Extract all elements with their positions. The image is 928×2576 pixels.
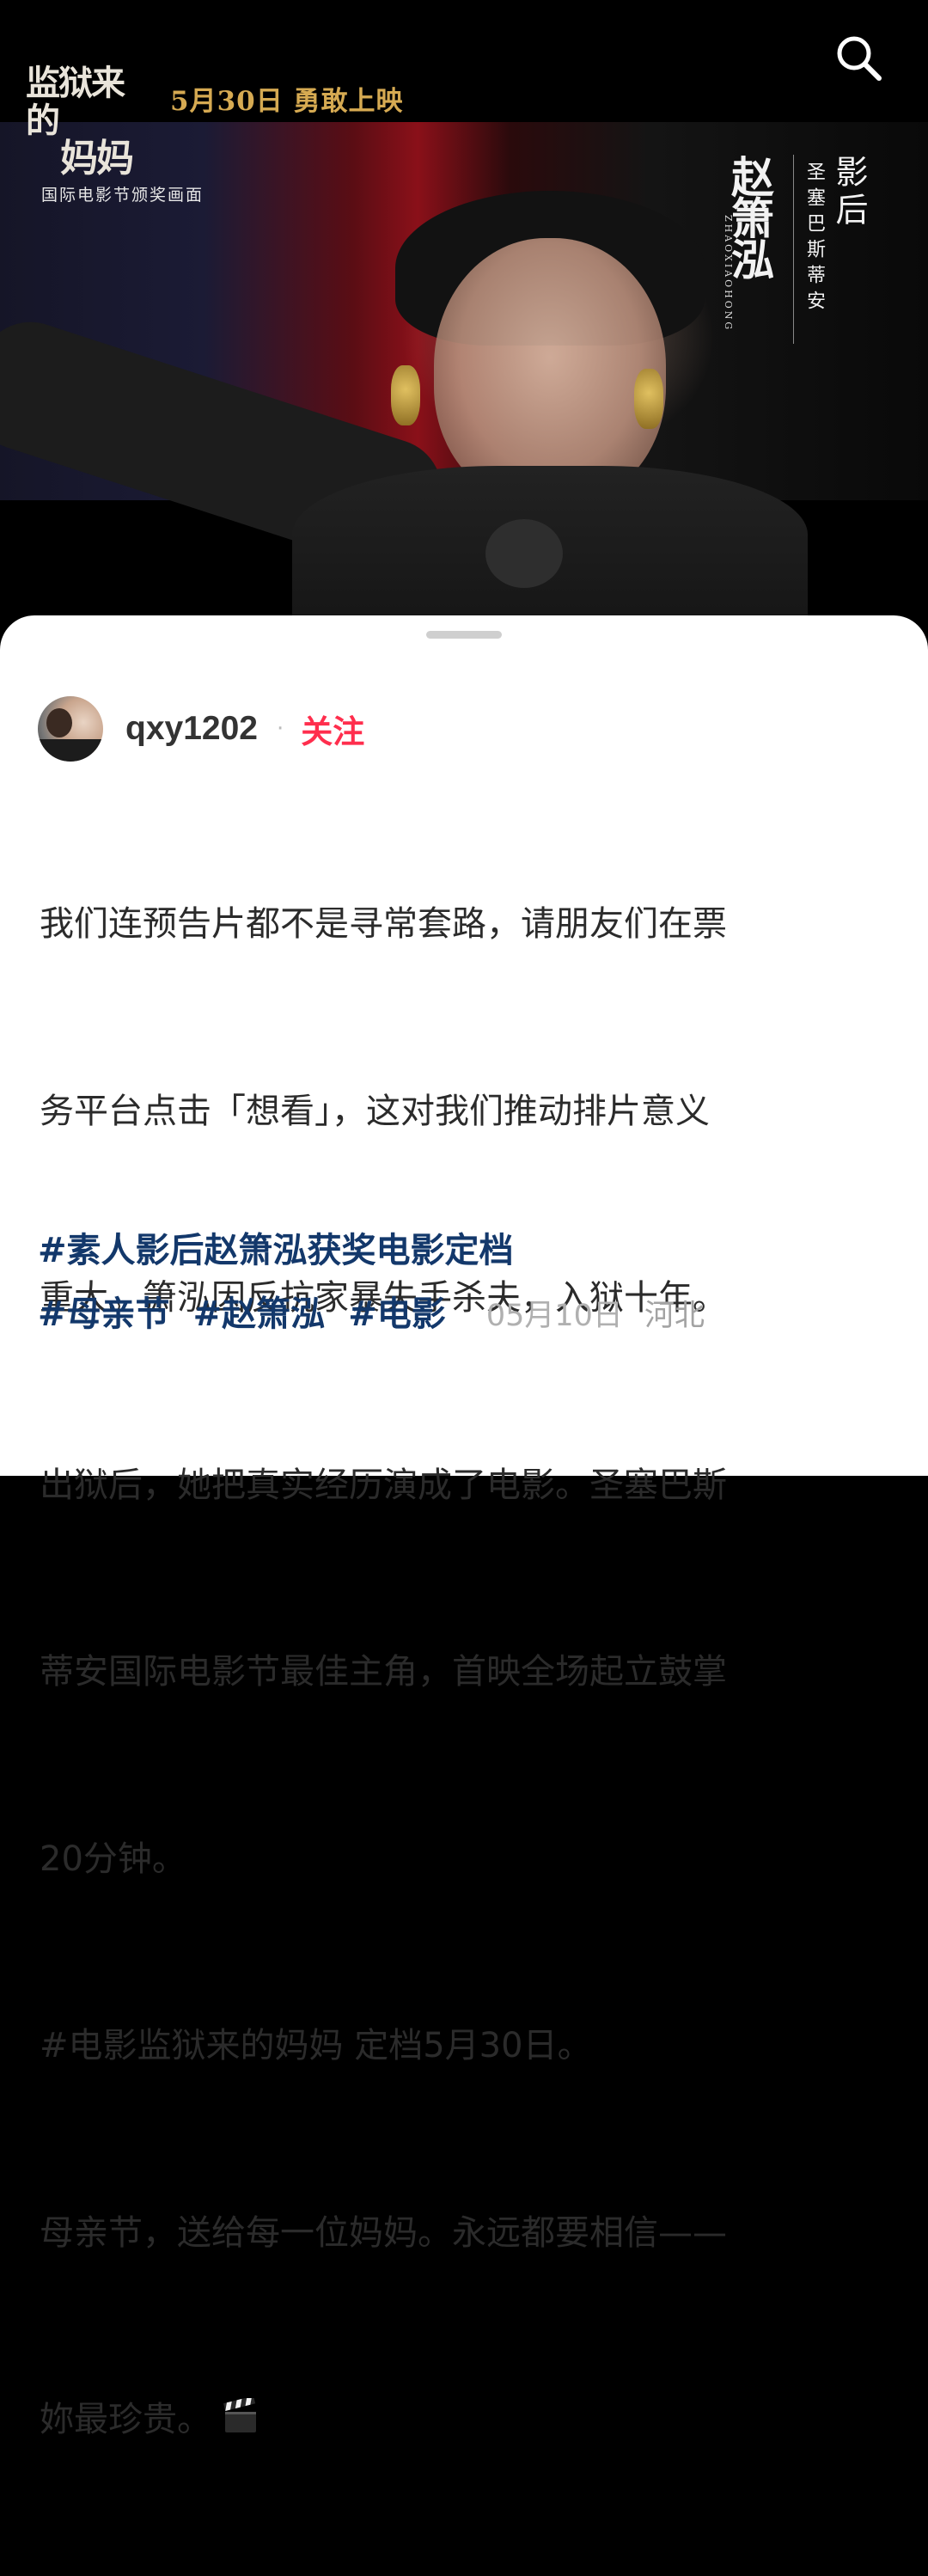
release-date-text: 5月30日 勇敢上映 xyxy=(170,86,404,117)
follow-button[interactable]: 关注 xyxy=(301,706,364,752)
post-location: 河北 xyxy=(644,1299,705,1333)
credit-festival: 圣塞巴斯蒂安 xyxy=(803,162,825,316)
hashtag[interactable]: #素人影后赵箫泓获奖电影定档 xyxy=(38,1231,514,1270)
earring-right xyxy=(634,369,663,429)
post-body: 我们连预告片都不是寻常套路，请朋友们在票 务平台点击「想看」，这对我们推动排片意… xyxy=(40,768,864,2576)
post-line-text: 妳最珍贵。 xyxy=(40,2400,211,2439)
username[interactable]: qxy1202 xyxy=(125,710,258,748)
post-sheet: qxy1202 · 关注 我们连预告片都不是寻常套路，请朋友们在票 务平台点击「… xyxy=(0,615,928,2439)
earring-left xyxy=(391,365,420,425)
sheet-drag-handle[interactable] xyxy=(426,631,502,639)
post-line-last: 妳最珍贵。 xyxy=(40,2389,864,2451)
hashtag[interactable]: #母亲节 xyxy=(38,1294,170,1334)
movie-logo-line2: 妈妈 xyxy=(60,137,134,181)
hashtag[interactable]: #电影 xyxy=(348,1294,446,1334)
post-line: #电影监狱来的妈妈 定档5月30日。 xyxy=(40,2026,592,2065)
credit-pinyin: ZHAOXIAOHONG xyxy=(723,215,734,333)
post-line: 蒂安国际电影节最佳主角，首映全场起立鼓掌 xyxy=(40,1652,727,1692)
movie-logo: 监狱来的 妈妈 xyxy=(26,63,155,178)
tag-row-2: #母亲节 #赵箫泓 #电影 05月10日 河北 xyxy=(38,1286,880,1349)
post-line: 母亲节，送给每一位妈妈。永远都要相信—— xyxy=(40,2212,727,2253)
search-button[interactable] xyxy=(832,31,885,84)
microphone xyxy=(485,519,563,588)
award-credit: 赵箫泓 ZHAOXIAOHONG 圣塞巴斯蒂安 影后 xyxy=(723,155,868,361)
credit-award: 影后 xyxy=(830,155,868,230)
post-date: 05月10日 xyxy=(485,1299,623,1333)
post-line: 20分钟。 xyxy=(40,1839,186,1879)
video-player[interactable]: 监狱来的 妈妈 5月30日 勇敢上映 国际电影节颁奖画面 赵箫泓 ZHAOXIA… xyxy=(0,0,928,636)
hashtag[interactable]: #赵箫泓 xyxy=(193,1294,326,1334)
author-row: qxy1202 · 关注 xyxy=(38,694,811,763)
credit-divider xyxy=(793,155,794,344)
tag-row-1: #素人影后赵箫泓获奖电影定档 xyxy=(38,1222,880,1286)
search-icon xyxy=(837,36,882,81)
post-meta: 05月10日 河北 xyxy=(486,1299,705,1333)
clapper-board-icon xyxy=(222,2394,259,2457)
video-figure-face xyxy=(434,238,666,505)
post-line: 出狱后，她把真实经历演成了电影。圣塞巴斯 xyxy=(40,1465,727,1505)
tags-block: #素人影后赵箫泓获奖电影定档 #母亲节 #赵箫泓 #电影 05月10日 河北 xyxy=(38,1222,880,1349)
movie-logo-line1: 监狱来的 xyxy=(26,63,125,141)
avatar[interactable] xyxy=(38,696,103,762)
video-caption: 国际电影节颁奖画面 xyxy=(41,186,205,205)
post-line: 我们连预告片都不是寻常套路，请朋友们在票 xyxy=(40,904,727,944)
post-line: 务平台点击「想看」，这对我们推动排片意义 xyxy=(40,1091,710,1131)
separator-dot: · xyxy=(276,716,284,742)
